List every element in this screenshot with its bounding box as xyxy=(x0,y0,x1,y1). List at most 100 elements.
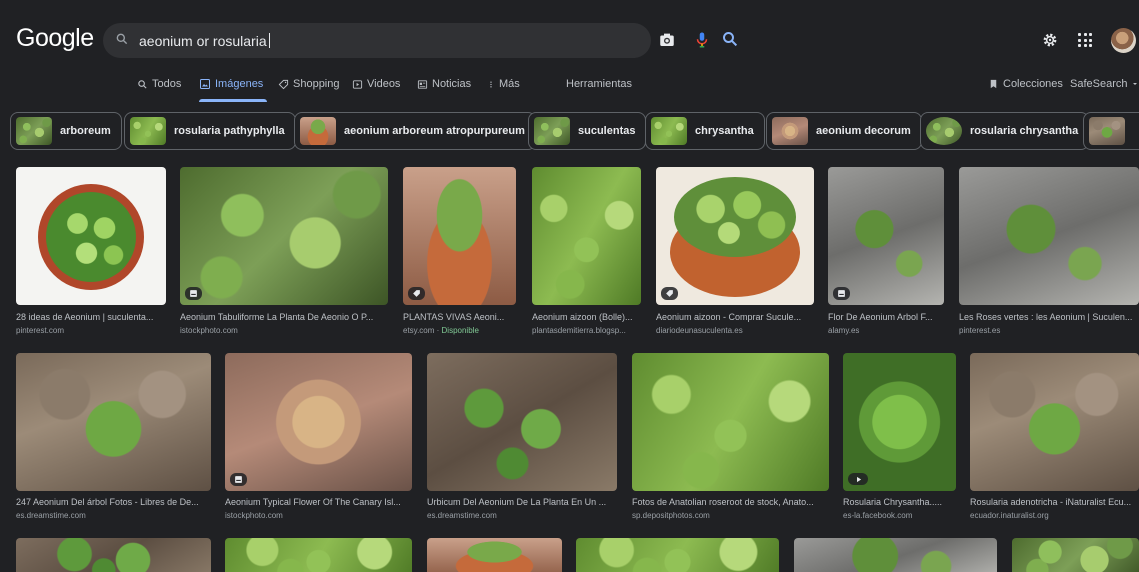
result-caption[interactable]: 28 ideas de Aeonium | suculenta... xyxy=(16,312,166,322)
search-box[interactable]: aeonium or rosularia xyxy=(103,23,738,58)
result-source[interactable]: istockphoto.com xyxy=(225,511,412,520)
tab-herramientas[interactable]: Herramientas xyxy=(566,76,632,92)
result-thumbnail[interactable] xyxy=(427,538,562,572)
plant-shape xyxy=(674,177,796,257)
result-caption[interactable]: Aeonium Tabuliforme La Planta De Aeonio … xyxy=(180,312,388,322)
result-thumbnail[interactable] xyxy=(656,167,814,305)
image-result[interactable]: Urbicum Del Aeonium De La Planta En Un .… xyxy=(427,353,617,523)
image-result[interactable]: Rosularia adenotricha - iNaturalist Ecu.… xyxy=(970,353,1139,523)
result-caption[interactable]: Urbicum Del Aeonium De La Planta En Un .… xyxy=(427,497,617,507)
result-thumbnail[interactable] xyxy=(225,353,412,491)
result-source[interactable]: es-la.facebook.com xyxy=(843,511,956,520)
result-thumbnail[interactable] xyxy=(16,538,211,572)
result-caption[interactable]: Aeonium aizoon (Bolle)... xyxy=(532,312,641,322)
camera-icon[interactable] xyxy=(658,31,676,49)
image-result[interactable] xyxy=(16,538,211,572)
result-thumbnail[interactable] xyxy=(632,353,829,491)
chip-more[interactable] xyxy=(1083,112,1139,150)
result-caption[interactable]: Flor De Aeonium Arbol F... xyxy=(828,312,944,322)
result-source[interactable]: alamy.es xyxy=(828,326,944,335)
image-result[interactable] xyxy=(794,538,997,572)
result-source[interactable]: es.dreamstime.com xyxy=(16,511,211,520)
shopping-tag-icon xyxy=(408,287,425,300)
result-caption[interactable]: Rosularia adenotricha - iNaturalist Ecu.… xyxy=(970,497,1139,507)
image-result[interactable]: Aeonium Tabuliforme La Planta De Aeonio … xyxy=(180,167,388,345)
plant-shape xyxy=(46,192,136,282)
result-source[interactable]: es.dreamstime.com xyxy=(427,511,617,520)
search-icon xyxy=(138,79,147,89)
chip-rosularia-chrysantha[interactable]: rosularia chrysantha xyxy=(920,112,1090,150)
colecciones-label: Colecciones xyxy=(1003,78,1063,90)
image-result[interactable]: PLANTAS VIVAS Aeoni... etsy.com · Dispon… xyxy=(403,167,516,345)
result-source[interactable]: sp.depositphotos.com xyxy=(632,511,829,520)
chip-suculentas[interactable]: suculentas xyxy=(528,112,647,150)
google-logo[interactable]: Google xyxy=(16,24,94,53)
result-thumbnail[interactable] xyxy=(959,167,1139,305)
image-result[interactable] xyxy=(576,538,779,572)
image-result[interactable]: 28 ideas de Aeonium | suculenta... pinte… xyxy=(16,167,166,345)
chip-label: suculentas xyxy=(578,125,636,137)
result-source[interactable]: plantasdemitierra.blogsp... xyxy=(532,326,641,335)
result-source[interactable]: pinterest.es xyxy=(959,326,1139,335)
chip-arboreum[interactable]: arboreum xyxy=(10,112,122,150)
result-thumbnail[interactable] xyxy=(843,353,956,491)
result-caption[interactable]: Les Roses vertes : les Aeonium | Suculen… xyxy=(959,312,1139,322)
result-caption[interactable]: PLANTAS VIVAS Aeoni... xyxy=(403,312,516,322)
chip-rosularia-pathyphylla[interactable]: rosularia pathyphylla xyxy=(124,112,296,150)
chip-aeonium-decorum[interactable]: aeonium decorum xyxy=(766,112,922,150)
result-source[interactable]: diariodeunasuculenta.es xyxy=(656,326,814,335)
result-thumbnail[interactable] xyxy=(427,353,617,491)
avatar[interactable] xyxy=(1111,28,1136,53)
result-thumbnail[interactable] xyxy=(576,538,779,572)
image-result[interactable] xyxy=(427,538,562,572)
tab-videos[interactable]: Videos xyxy=(352,76,400,92)
tab-noticias-label: Noticias xyxy=(432,78,472,90)
result-thumbnail[interactable] xyxy=(16,167,166,305)
safesearch-button[interactable]: SafeSearch xyxy=(1070,76,1139,92)
result-caption[interactable]: Rosularia Chrysantha..... xyxy=(843,497,956,507)
result-thumbnail[interactable] xyxy=(532,167,641,305)
result-source[interactable]: istockphoto.com xyxy=(180,326,388,335)
image-result[interactable]: Aeonium Typical Flower Of The Canary Isl… xyxy=(225,353,412,523)
result-source[interactable]: pinterest.com xyxy=(16,326,166,335)
result-thumbnail[interactable] xyxy=(1012,538,1139,572)
result-caption[interactable]: Aeonium aizoon - Comprar Sucule... xyxy=(656,312,814,322)
result-thumbnail[interactable] xyxy=(225,538,412,572)
image-result[interactable]: Aeonium aizoon - Comprar Sucule... diari… xyxy=(656,167,814,345)
image-result[interactable] xyxy=(1012,538,1139,572)
tab-imagenes[interactable]: Imágenes xyxy=(199,76,263,92)
tab-shopping[interactable]: Shopping xyxy=(278,76,340,92)
settings-gear-icon[interactable] xyxy=(1041,31,1059,49)
result-thumbnail[interactable] xyxy=(970,353,1139,491)
image-result[interactable]: Flor De Aeonium Arbol F... alamy.es xyxy=(828,167,944,345)
image-result[interactable]: Rosularia Chrysantha..... es-la.facebook… xyxy=(843,353,956,523)
image-result[interactable]: Aeonium aizoon (Bolle)... plantasdemitie… xyxy=(532,167,641,345)
result-thumbnail[interactable] xyxy=(16,353,211,491)
colecciones-button[interactable]: Colecciones xyxy=(988,76,1063,92)
microphone-icon[interactable] xyxy=(693,30,711,50)
image-result[interactable]: Fotos de Anatolian roseroot de stock, An… xyxy=(632,353,829,523)
result-thumbnail[interactable] xyxy=(794,538,997,572)
result-source[interactable]: ecuador.inaturalist.org xyxy=(970,511,1139,520)
chip-aeonium-arboreum-atropurpureum[interactable]: aeonium arboreum atropurpureum xyxy=(294,112,536,150)
tab-noticias[interactable]: Noticias xyxy=(417,76,471,92)
result-caption[interactable]: Aeonium Typical Flower Of The Canary Isl… xyxy=(225,497,412,507)
result-caption[interactable]: 247 Aeonium Del árbol Fotos - Libres de … xyxy=(16,497,211,507)
result-source: etsy.com xyxy=(403,326,435,335)
result-source-line[interactable]: etsy.com · Disponible xyxy=(403,326,516,335)
result-thumbnail[interactable] xyxy=(403,167,516,305)
apps-grid-icon[interactable] xyxy=(1078,33,1092,47)
shopping-tag-icon xyxy=(661,287,678,300)
search-submit-icon[interactable] xyxy=(721,30,739,48)
tab-todos[interactable]: Todos xyxy=(137,76,181,92)
result-thumbnail[interactable] xyxy=(180,167,388,305)
tab-mas[interactable]: Más xyxy=(487,76,520,92)
image-result[interactable]: Les Roses vertes : les Aeonium | Suculen… xyxy=(959,167,1139,345)
image-result[interactable] xyxy=(225,538,412,572)
result-thumbnail[interactable] xyxy=(828,167,944,305)
chip-chrysantha[interactable]: chrysantha xyxy=(645,112,765,150)
chip-label: chrysantha xyxy=(695,125,754,137)
result-caption[interactable]: Fotos de Anatolian roseroot de stock, An… xyxy=(632,497,829,507)
search-input[interactable]: aeonium or rosularia xyxy=(139,33,270,49)
image-result[interactable]: 247 Aeonium Del árbol Fotos - Libres de … xyxy=(16,353,211,523)
